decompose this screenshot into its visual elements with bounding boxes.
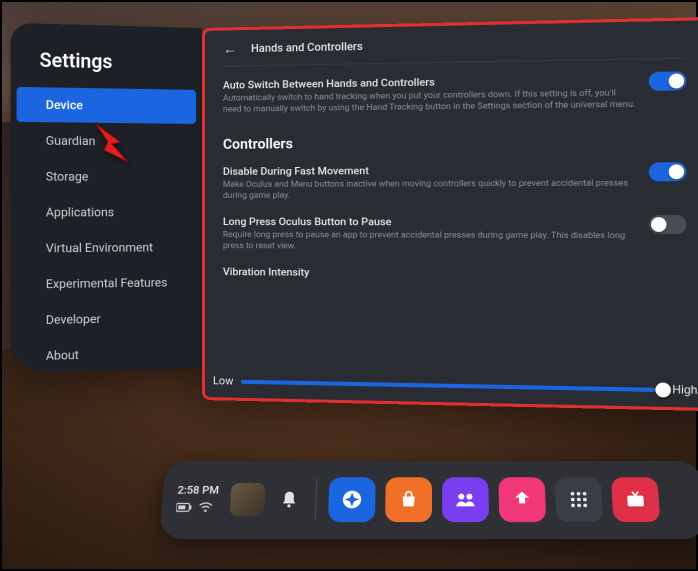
battery-icon: [176, 502, 193, 515]
back-icon[interactable]: ←: [223, 40, 237, 57]
setting-disable-fast-movement: Disable During Fast Movement Make Oculus…: [223, 162, 686, 203]
sidebar-item-guardian[interactable]: Guardian: [17, 123, 197, 159]
toggle-auto-switch[interactable]: [649, 71, 687, 91]
setting-desc: Make Oculus and Menu buttons inactive wh…: [223, 178, 636, 203]
app-store[interactable]: [385, 477, 432, 522]
settings-window: Settings Device Guardian Storage Applica…: [14, 28, 684, 400]
sidebar-item-applications[interactable]: Applications: [17, 195, 197, 230]
panel-title: Hands and Controllers: [251, 40, 363, 55]
vibration-slider[interactable]: [241, 379, 663, 391]
toggle-long-press-pause[interactable]: [649, 215, 687, 234]
app-apps-grid[interactable]: [555, 477, 604, 522]
app-tv[interactable]: [611, 477, 660, 522]
sidebar-item-experimental-features[interactable]: Experimental Features: [17, 265, 197, 302]
sidebar-item-storage[interactable]: Storage: [17, 159, 197, 194]
wifi-icon: [198, 502, 213, 516]
setting-title: Disable During Fast Movement: [223, 162, 636, 177]
setting-title: Vibration Intensity: [223, 265, 686, 281]
setting-desc: Require long press to pause an app to pr…: [223, 230, 636, 255]
app-share[interactable]: [498, 477, 546, 522]
setting-auto-switch: Auto Switch Between Hands and Controller…: [223, 71, 686, 116]
settings-sidebar: Settings Device Guardian Storage Applica…: [10, 23, 202, 373]
sidebar-item-developer[interactable]: Developer: [17, 300, 197, 338]
setting-vibration-intensity: Vibration Intensity: [223, 265, 686, 281]
clock: 2:58 PM: [177, 484, 219, 497]
toggle-disable-fast-movement[interactable]: [649, 162, 687, 181]
dock-divider: [315, 478, 318, 521]
sidebar-item-device[interactable]: Device: [17, 87, 197, 124]
app-explore[interactable]: [328, 477, 376, 522]
dock-status: 2:58 PM: [176, 484, 220, 516]
setting-title: Long Press Oculus Button to Pause: [223, 215, 636, 229]
sidebar-title: Settings: [10, 48, 202, 89]
notifications-icon[interactable]: [275, 491, 304, 509]
universal-dock: 2:58 PM: [159, 461, 698, 539]
setting-long-press-pause: Long Press Oculus Button to Pause Requir…: [223, 215, 686, 255]
sidebar-item-virtual-environment[interactable]: Virtual Environment: [17, 230, 197, 266]
slider-low-label: Low: [213, 374, 233, 387]
section-controllers: Controllers: [223, 133, 686, 153]
sidebar-item-about[interactable]: About: [17, 335, 197, 374]
device-panel: ← Hands and Controllers Auto Switch Betw…: [202, 17, 698, 411]
avatar[interactable]: [229, 483, 265, 516]
app-people[interactable]: [442, 477, 489, 522]
slider-high-label: High: [672, 383, 697, 397]
setting-desc: Automatically switch to hand tracking wh…: [223, 88, 636, 117]
